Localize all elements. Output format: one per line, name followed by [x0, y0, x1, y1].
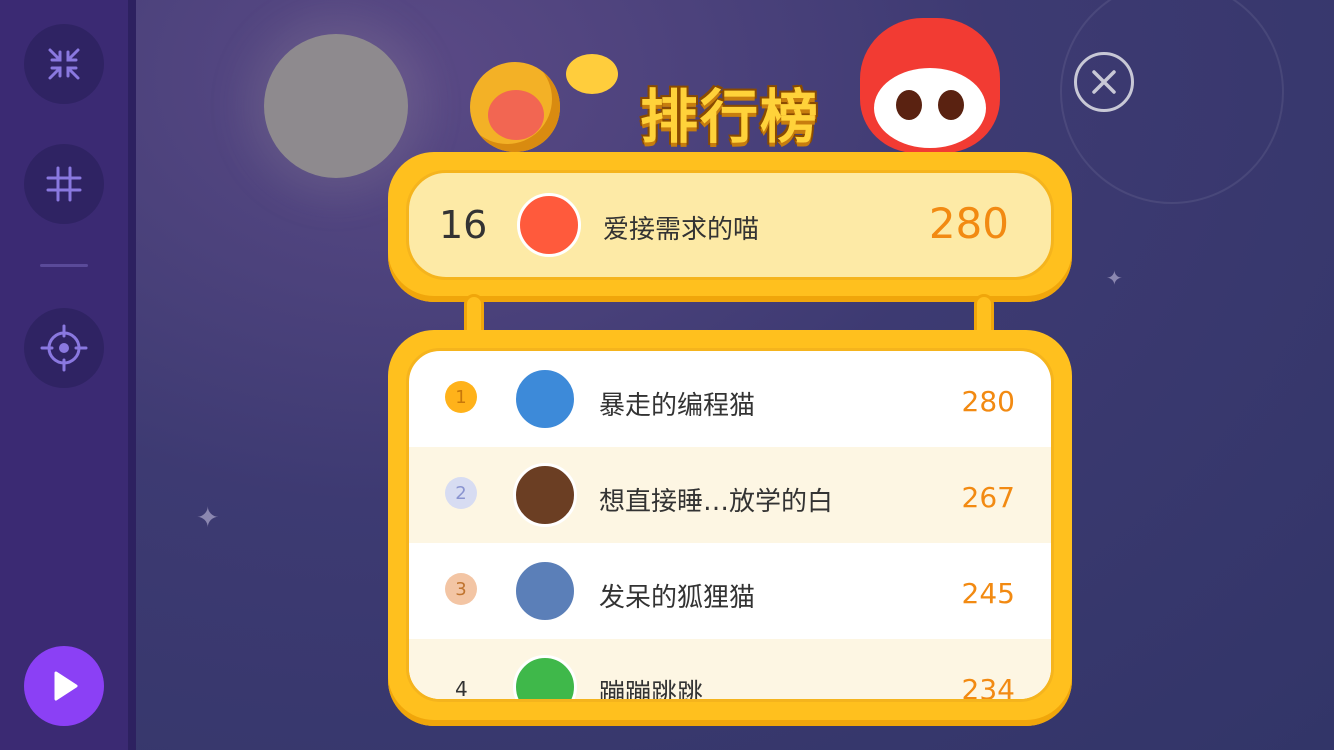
user-avatar [513, 655, 577, 699]
leaderboard-row: 4 蹦蹦跳跳 234 [409, 639, 1051, 702]
rank-number: 4 [455, 677, 468, 701]
my-name: 爱接需求的喵 [603, 215, 760, 245]
user-name: 暴走的编程猫 [599, 391, 756, 421]
leaderboard-row: 2 想直接睡…放学的白 267 [409, 447, 1051, 543]
close-button[interactable] [1074, 52, 1134, 112]
my-rank-card: 16 爱接需求的喵 280 [388, 152, 1072, 302]
play-button[interactable] [24, 646, 104, 726]
grid-icon [46, 166, 82, 202]
sidebar [0, 0, 136, 750]
leaderboard-list[interactable]: 1 暴走的编程猫 280 2 想直接睡…放学的白 267 3 发呆的狐狸猫 24… [406, 348, 1054, 702]
mascot-left-image [470, 62, 560, 152]
target-button[interactable] [24, 308, 104, 388]
user-avatar [513, 367, 577, 431]
moon-decoration [264, 34, 408, 178]
target-icon [40, 324, 88, 372]
star-icon: ✦ [196, 501, 220, 534]
user-score: 245 [961, 577, 1015, 610]
leaderboard-panel: 1 暴走的编程猫 280 2 想直接睡…放学的白 267 3 发呆的狐狸猫 24… [388, 330, 1072, 726]
leaderboard-row: 1 暴走的编程猫 280 [409, 351, 1051, 447]
user-name: 想直接睡…放学的白 [599, 487, 834, 517]
user-name: 蹦蹦跳跳 [599, 679, 704, 702]
play-icon [54, 671, 78, 701]
collapse-icon [48, 48, 80, 80]
leaderboard-row: 3 发呆的狐狸猫 245 [409, 543, 1051, 639]
my-avatar [517, 193, 581, 257]
silver-medal-icon: 2 [445, 477, 477, 509]
user-score: 267 [961, 481, 1015, 514]
bronze-medal-icon: 3 [445, 573, 477, 605]
my-rank-number: 16 [439, 203, 488, 247]
user-name: 发呆的狐狸猫 [599, 583, 756, 613]
grid-button[interactable] [24, 144, 104, 224]
leaderboard-title: 排行榜 [639, 83, 820, 151]
gold-medal-icon: 1 [445, 381, 477, 413]
collapse-button[interactable] [24, 24, 104, 104]
user-avatar [513, 463, 577, 527]
my-score: 280 [928, 199, 1009, 248]
mascot-cat-image [860, 18, 1000, 153]
user-avatar [513, 559, 577, 623]
user-score: 234 [961, 673, 1015, 702]
user-score: 280 [961, 385, 1015, 418]
star-icon: ✦ [1106, 266, 1123, 290]
sidebar-divider [40, 264, 88, 267]
close-icon [1092, 70, 1116, 94]
